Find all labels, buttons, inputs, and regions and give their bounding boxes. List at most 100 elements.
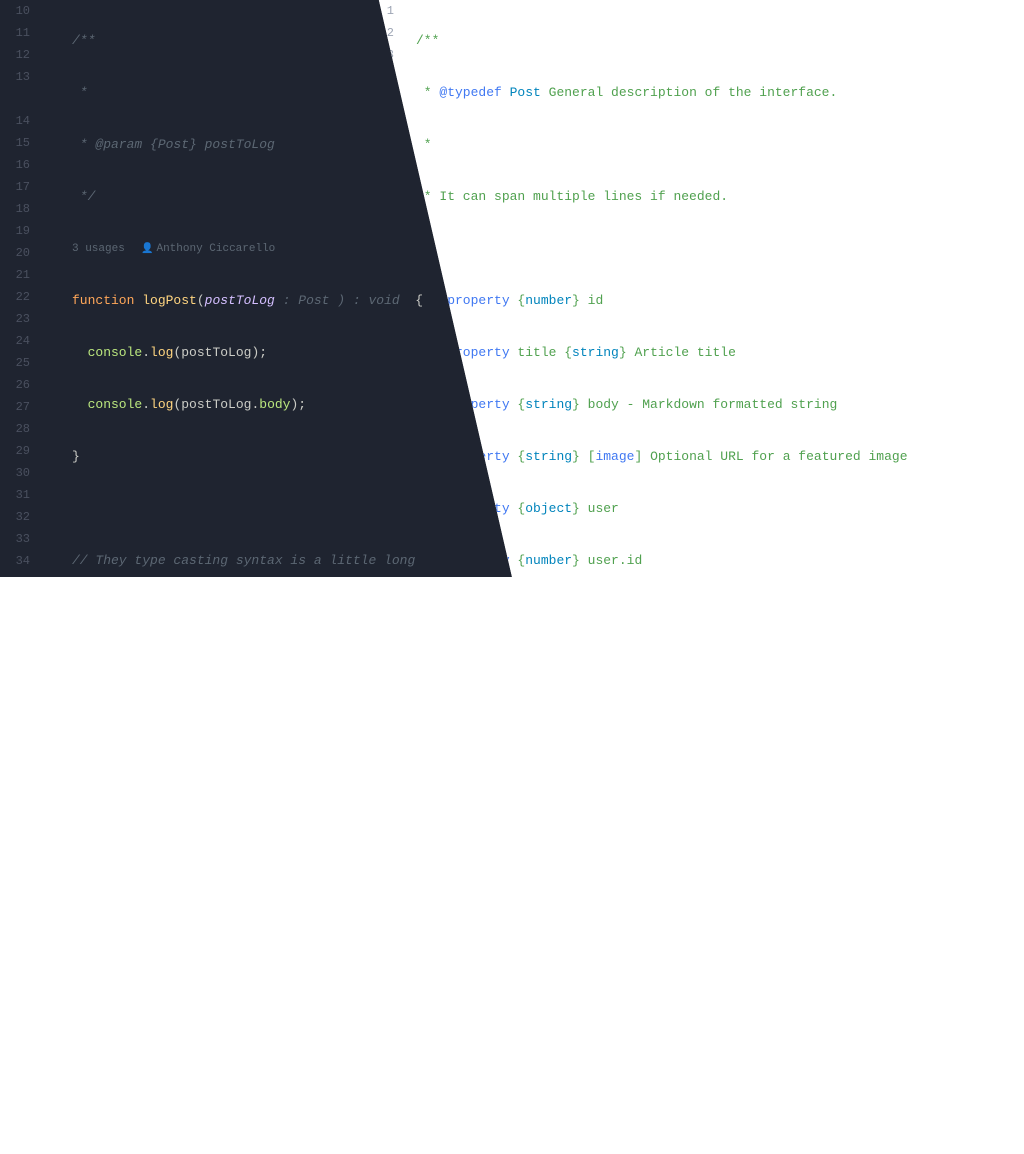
code-text: )); (361, 605, 384, 620)
code-text: = { (572, 813, 603, 828)
type: number (525, 553, 572, 568)
line-number: 18 (0, 198, 30, 220)
jsdoc-tag: @property (439, 605, 509, 620)
string: "Text" (447, 917, 494, 932)
code-text: * It can span multiple lines if needed. (416, 189, 728, 204)
comment: // Double casting for undefined gets noi… (72, 709, 439, 724)
comment: // Even though syntax high (720, 865, 923, 880)
code-text: * (416, 761, 439, 776)
code-text: /** (72, 33, 95, 48)
code-text: /** (134, 605, 165, 620)
line-number: 14 (0, 110, 30, 132)
method: log (150, 397, 173, 412)
line-number: 28 (0, 418, 30, 440)
code-text: {Post} (158, 865, 220, 880)
comment: // VS Code shows the - as a bullet (beca… (510, 917, 916, 932)
left-gutter: 10 11 12 13 14 15 16 17 18 19 20 21 22 2… (0, 0, 44, 572)
line-number: 26 (0, 374, 30, 396)
code-text: * (416, 605, 439, 620)
author-name[interactable]: Anthony Ciccarello (156, 243, 275, 255)
code-text: ( (236, 865, 252, 880)
usages-count[interactable]: 3 usages (72, 243, 125, 255)
line-number: 22 (0, 286, 30, 308)
code-text: (postToLog. (173, 397, 259, 412)
type: object (525, 501, 572, 516)
code-text: * (416, 85, 439, 100)
code-text: ( (283, 605, 299, 620)
identifier: console (72, 345, 142, 360)
code-text: } Article title (619, 345, 736, 360)
identifier: seeCommentParsing (439, 813, 572, 828)
line-number: 30 (0, 462, 30, 484)
type: string (525, 605, 572, 620)
type: Post (556, 761, 587, 776)
property: dy: (416, 917, 447, 932)
line-number: 11 (0, 22, 30, 44)
jsdoc-tag: @type (439, 761, 478, 776)
function-call: logPost (72, 813, 127, 828)
line-number: 24 (0, 330, 30, 352)
code-text: title { (510, 345, 572, 360)
line-number: 17 (0, 176, 30, 198)
type-hint: : void (353, 293, 408, 308)
code-text: } user (572, 501, 619, 516)
code-text: ( (197, 293, 205, 308)
code-text: */ (259, 917, 275, 932)
function-call: logPost (72, 605, 127, 620)
code-text: {unknown} (173, 917, 259, 932)
line-number: 27 (0, 396, 30, 418)
code-text: } (72, 449, 80, 464)
string: "Interface documentation hints" (463, 865, 705, 880)
line-number: 20 (0, 242, 30, 264)
line-number: 12 (0, 44, 30, 66)
string: "TS wants me to confirm I know wh (212, 969, 469, 984)
code-text: * (72, 137, 95, 152)
code-text: } user.name (572, 605, 658, 620)
line-number: 10 (0, 0, 30, 22)
comment: // They type casting syntax is a little … (72, 553, 423, 568)
line-number: 15 (0, 132, 30, 154)
keyword: function (72, 293, 142, 308)
code-text: { (510, 605, 526, 620)
jsdoc-tag: @param (95, 137, 142, 152)
property: suspicious (119, 969, 197, 984)
jsdoc-tag: @type (134, 917, 173, 932)
identifier: mockPost (298, 605, 360, 620)
code-text: doesn't rename types from JSDocs (463, 1073, 720, 1088)
code-text: ( (127, 813, 135, 828)
code-text: . (142, 397, 150, 412)
code-text: { (510, 397, 526, 412)
type: number (525, 293, 572, 308)
code-text: General description of the interface. (549, 85, 838, 100)
code-text: */ (611, 761, 627, 776)
line-number: 33 (0, 528, 30, 550)
code-text: /** (103, 917, 134, 932)
code-text: } [ (572, 449, 595, 464)
code-text (72, 917, 103, 932)
code-text (72, 969, 119, 984)
line-number: 25 (0, 352, 30, 374)
code-text: , (705, 865, 721, 880)
code-text: {Post} (205, 605, 267, 620)
type: string (525, 397, 572, 412)
line-number: 34 (0, 550, 30, 572)
jsdoc-tag: @typedef (439, 85, 501, 100)
code-text: { (478, 761, 494, 776)
code-text: { (510, 501, 526, 516)
keyword: st (416, 813, 439, 828)
code-text: }) (72, 1021, 119, 1036)
right-code[interactable]: /** * @typedef Post General description … (416, 0, 923, 1154)
person-icon: 👤 (141, 244, 153, 255)
code-text: */ (220, 865, 236, 880)
code-text: >} (588, 761, 611, 776)
code-text: */ (416, 657, 439, 672)
code-text: . (142, 345, 150, 360)
code-text: */ (267, 605, 283, 620)
code-text: < (549, 761, 557, 776)
string: "/filename.jpg" (455, 969, 572, 984)
code-text: */ (72, 189, 95, 204)
jsdoc-tag: @type (119, 865, 158, 880)
line-number: 19 (0, 220, 30, 242)
code-text: { (510, 293, 526, 308)
code-text: ); (72, 1125, 88, 1140)
